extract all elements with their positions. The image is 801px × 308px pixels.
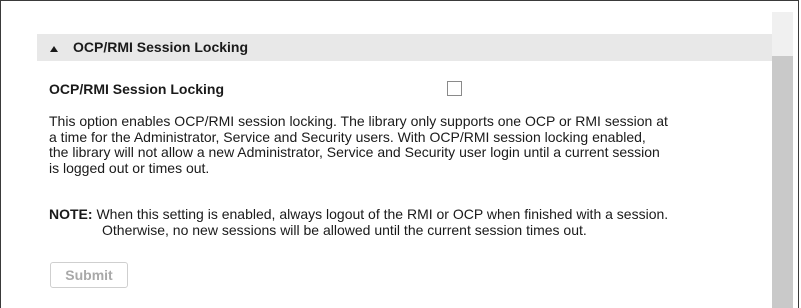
scrollbar-thumb[interactable] [772, 56, 793, 308]
description-line: a time for the Administrator, Service an… [49, 128, 646, 145]
description-line: is logged out or times out. [49, 160, 210, 177]
note-text-1: When this setting is enabled, always log… [92, 206, 669, 222]
session-locking-label: OCP/RMI Session Locking [49, 81, 225, 97]
submit-button[interactable]: Submit [50, 262, 128, 288]
note-text-2: Otherwise, no new sessions will be allow… [102, 222, 587, 238]
triangle-up-icon[interactable] [50, 46, 58, 52]
panel-header[interactable]: OCP/RMI Session Locking [37, 34, 772, 61]
description-line: This option enables OCP/RMI session lock… [49, 113, 668, 129]
description-line: the library will not allow a new Adminis… [49, 144, 660, 161]
description-text: This option enables OCP/RMI session lock… [49, 113, 759, 177]
panel-title[interactable]: OCP/RMI Session Locking [73, 39, 248, 55]
note-label: NOTE: [49, 206, 93, 222]
note-block: NOTE: When this setting is enabled, alwa… [49, 206, 764, 238]
note-line-1: NOTE: When this setting is enabled, alwa… [49, 206, 764, 222]
session-locking-checkbox[interactable] [447, 81, 462, 96]
